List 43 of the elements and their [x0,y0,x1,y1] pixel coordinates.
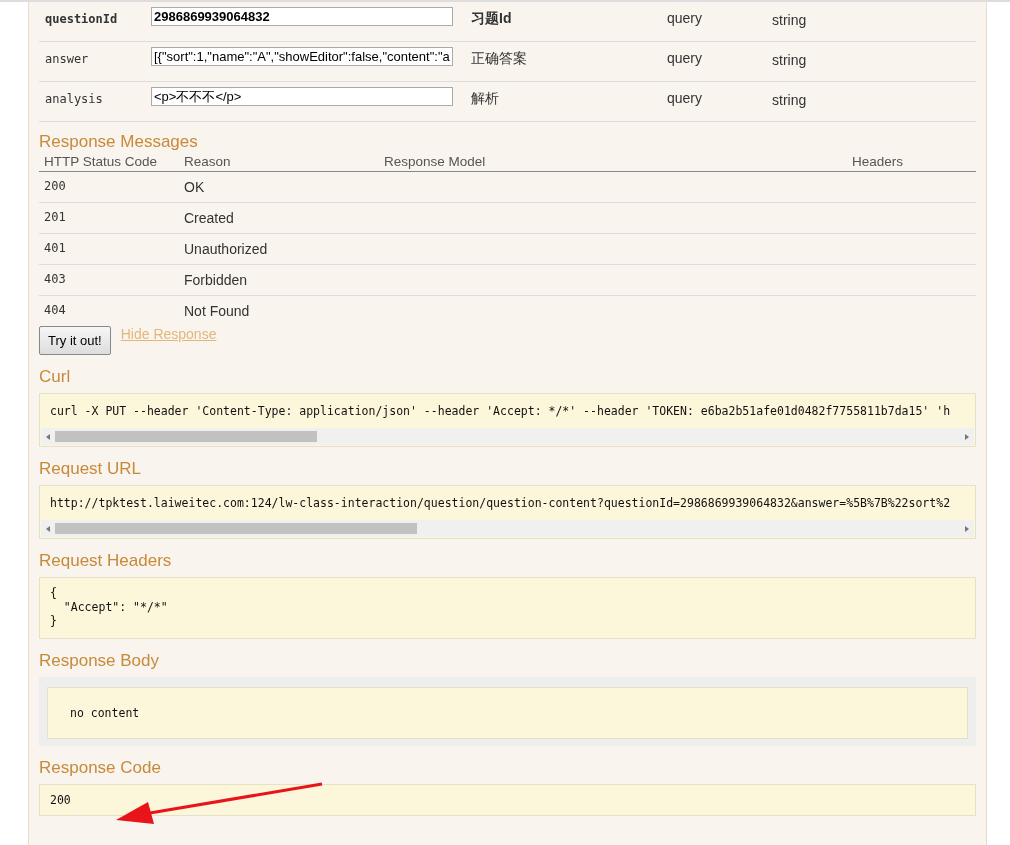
status-code-cell: 401 [39,234,179,265]
reason-cell: Unauthorized [179,234,379,265]
reason-cell: Created [179,203,379,234]
code-text: curl -X PUT --header 'Content-Type: application/json' --header 'Accept: */*' --header 'TOKEN: e6ba2b51afe01d0482f7755811b7da15' 'h [49,403,952,420]
section-title: Response Body [39,651,161,671]
data-type: string [772,91,807,108]
horizontal-scrollbar[interactable] [41,520,974,537]
horizontal-scrollbar[interactable] [41,428,974,445]
parameter-name: answer [45,51,89,66]
status-code-cell: 200 [39,172,179,203]
status-code-cell: 403 [39,265,179,296]
column-header: Headers [847,152,976,172]
data-type: string [772,11,807,28]
parameter-input[interactable]: 2986869939064832 [151,7,453,26]
status-code-cell-text: 404 [43,302,67,319]
parameter-description: 解析 [471,89,499,108]
column-header: HTTP Status Code [39,152,179,172]
section-title: Curl [39,367,72,387]
code-text: http://tpktest.laiweitec.com:124/lw-class-interaction/question/question-content?questionId=2986869939064832&answer=%5B%7B%22sort%2 [49,495,952,512]
column-header: Reason [179,152,379,172]
reason-cell: OK [179,172,379,203]
code-text: no content [69,705,141,722]
data-type: string [772,51,807,68]
parameter-description: 习题Id [471,9,512,28]
reason-cell-text: Not Found [183,302,251,321]
parameter-input[interactable]: <p>不不不</p> [151,87,453,106]
code-text: 200 [50,793,71,807]
code-text: { "Accept": "*/*" } [49,585,169,630]
section-title: Response Code [39,758,162,778]
parameter-name: questionId [45,11,118,26]
reason-cell: Forbidden [179,265,379,296]
parameter-input[interactable]: [{"sort":1,"name":"A","showEditor":false,"content":"a [151,47,453,66]
section-title: Response Messages [39,132,199,152]
column-header: Response Model [379,152,847,172]
section-title: Request URL [39,459,143,479]
parameter-type: query [667,9,703,26]
section-title: Request Headers [39,551,173,571]
parameter-type: query [667,89,703,106]
parameter-name: analysis [45,91,103,106]
parameter-type: query [667,49,703,66]
status-code-cell: 201 [39,203,179,234]
parameter-description: 正确答案 [471,49,527,68]
try-it-out-button[interactable]: Try it out! [39,326,111,355]
